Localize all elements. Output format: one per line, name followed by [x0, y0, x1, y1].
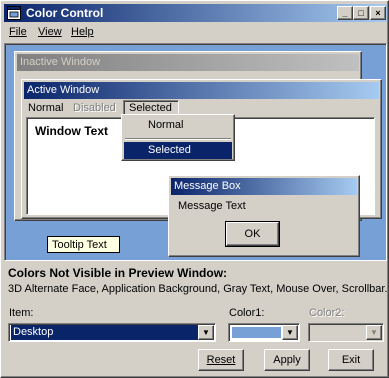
- chevron-down-icon[interactable]: ▼: [282, 325, 298, 340]
- color1-select[interactable]: ▼: [228, 323, 300, 342]
- close-button[interactable]: ×: [370, 6, 386, 20]
- message-text[interactable]: Message Text: [178, 200, 246, 212]
- preview-menu-normal[interactable]: Normal: [28, 102, 63, 114]
- color1-swatch: [232, 327, 281, 338]
- menu-help-label: Help: [71, 26, 94, 38]
- menu-bar: File View Help: [4, 23, 387, 42]
- window-title: Color Control: [26, 6, 104, 20]
- menu-help[interactable]: Help: [71, 26, 94, 38]
- preview-dropdown-menu[interactable]: Normal Selected: [121, 114, 235, 161]
- color1-label: Color1:: [229, 307, 265, 319]
- exit-button-label: Exit: [341, 354, 361, 366]
- preview-menu-disabled[interactable]: Disabled: [73, 102, 116, 114]
- reset-button[interactable]: Reset: [198, 349, 244, 371]
- dropdown-item-normal[interactable]: Normal: [124, 117, 232, 135]
- maximize-button[interactable]: □: [353, 6, 369, 20]
- chevron-down-icon[interactable]: ▼: [198, 325, 214, 340]
- item-select[interactable]: Desktop ▼: [8, 323, 216, 342]
- menu-file[interactable]: File: [9, 26, 27, 38]
- item-select-value: Desktop: [11, 325, 199, 340]
- minimize-button[interactable]: _: [337, 6, 353, 20]
- title-bar[interactable]: Color Control _ □ ×: [4, 4, 387, 22]
- reset-button-label: Reset: [206, 354, 236, 366]
- menu-view-label: View: [38, 26, 62, 38]
- preview-pane[interactable]: Inactive Window Active Window Normal Dis…: [4, 43, 387, 261]
- ok-button[interactable]: OK: [225, 221, 280, 247]
- menu-file-label: File: [9, 26, 27, 38]
- exit-button[interactable]: Exit: [328, 349, 374, 371]
- inactive-window-title[interactable]: Inactive Window: [17, 54, 359, 71]
- apply-button-label: Apply: [273, 354, 301, 366]
- menu-separator: [125, 138, 231, 140]
- color2-select[interactable]: ▼: [308, 323, 384, 342]
- minimize-icon: _: [342, 8, 348, 18]
- not-visible-list: 3D Alternate Face, Application Backgroun…: [8, 283, 388, 295]
- message-box[interactable]: Message Box Message Text OK: [168, 175, 360, 257]
- not-visible-heading: Colors Not Visible in Preview Window:: [8, 266, 228, 280]
- message-box-title[interactable]: Message Box: [171, 178, 357, 195]
- window-text[interactable]: Window Text: [35, 124, 108, 138]
- item-label: Item:: [9, 307, 34, 319]
- menu-view[interactable]: View: [38, 26, 62, 38]
- maximize-icon: □: [358, 8, 364, 18]
- active-window-title[interactable]: Active Window: [24, 82, 379, 99]
- tooltip-sample[interactable]: Tooltip Text: [47, 236, 120, 253]
- color-control-window: Color Control _ □ × File View Help Inact…: [0, 0, 389, 378]
- chevron-down-icon[interactable]: ▼: [366, 325, 382, 340]
- dropdown-item-selected[interactable]: Selected: [124, 142, 232, 159]
- app-icon: [7, 6, 21, 20]
- color2-label: Color2:: [309, 307, 345, 319]
- apply-button[interactable]: Apply: [264, 349, 310, 371]
- close-icon: ×: [375, 8, 381, 18]
